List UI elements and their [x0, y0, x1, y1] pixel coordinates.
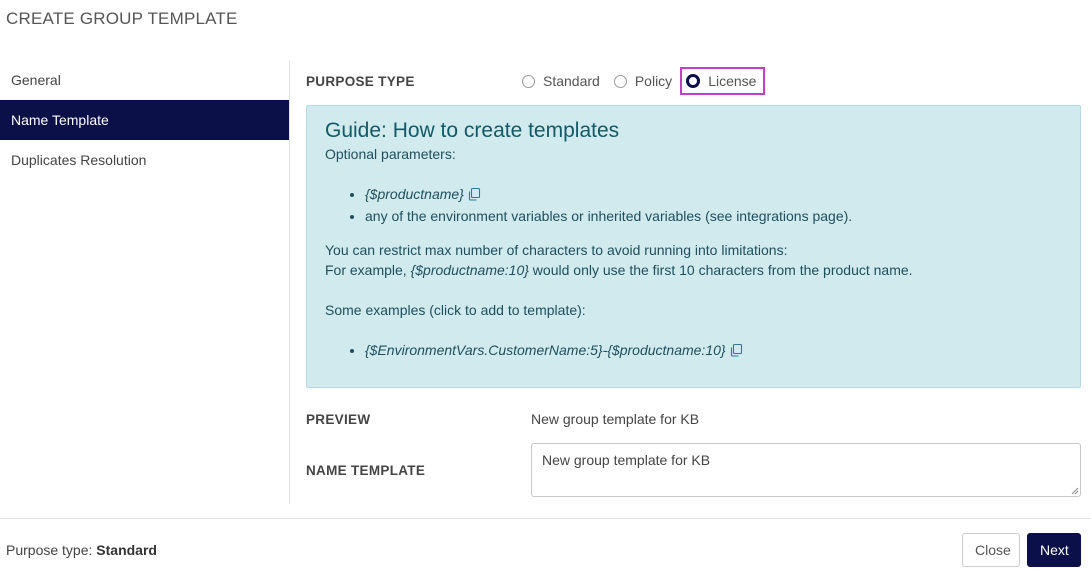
param-productname[interactable]: {$productname} — [365, 186, 464, 202]
dialog-title: CREATE GROUP TEMPLATE — [6, 9, 238, 28]
guide-example-code: {$productname:10} — [410, 262, 529, 278]
footer-status-label: Purpose type: — [6, 542, 97, 558]
radio-license[interactable]: License — [680, 67, 766, 95]
sidebar-item-duplicates-resolution[interactable]: Duplicates Resolution — [0, 140, 289, 180]
purpose-type-radio-group: Standard Policy License — [516, 67, 767, 95]
footer-status: Purpose type: Standard — [6, 542, 157, 558]
sidebar-item-general[interactable]: General — [0, 60, 289, 100]
name-template-label: NAME TEMPLATE — [306, 463, 426, 478]
sidebar: General Name Template Duplicates Resolut… — [0, 60, 290, 504]
copy-icon[interactable] — [467, 186, 481, 206]
guide-params-list: {$productname} any of the environment va… — [325, 184, 1062, 226]
list-item: {$EnvironmentVars.CustomerName:5}-{$prod… — [365, 340, 1062, 362]
footer-status-value: Standard — [96, 542, 157, 558]
guide-panel: Guide: How to create templates Optional … — [306, 105, 1081, 388]
close-button[interactable]: Close — [962, 533, 1020, 567]
example-template[interactable]: {$EnvironmentVars.CustomerName:5}-{$prod… — [365, 342, 726, 358]
guide-examples-label: Some examples (click to add to template)… — [325, 302, 586, 318]
radio-standard[interactable]: Standard — [516, 67, 606, 95]
guide-example-line: For example, {$productname:10} would onl… — [325, 260, 1062, 280]
radio-policy-label: Policy — [634, 73, 673, 89]
resize-grip-icon[interactable] — [1071, 487, 1079, 495]
guide-optional-label: Optional parameters: — [325, 146, 456, 162]
radio-standard-label: Standard — [543, 73, 600, 89]
guide-example-prefix: For example, — [325, 262, 411, 278]
radio-circle-icon[interactable] — [522, 74, 535, 88]
guide-restrict-line: You can restrict max number of character… — [325, 242, 788, 258]
purpose-type-label: PURPOSE TYPE — [306, 74, 415, 89]
radio-selected-icon[interactable] — [686, 74, 701, 88]
next-button[interactable]: Next — [1027, 533, 1081, 567]
radio-circle-icon[interactable] — [613, 74, 627, 88]
copy-icon[interactable] — [729, 342, 743, 362]
guide-examples-list: {$EnvironmentVars.CustomerName:5}-{$prod… — [325, 340, 1062, 362]
radio-policy[interactable]: Policy — [608, 67, 678, 95]
preview-label: PREVIEW — [306, 412, 371, 427]
guide-title: Guide: How to create templates — [325, 119, 620, 142]
name-template-input[interactable]: New group template for KB — [531, 443, 1081, 497]
name-template-row: NAME TEMPLATE New group template for KB — [306, 443, 1081, 497]
list-item: {$productname} — [365, 184, 1062, 206]
preview-row: PREVIEW New group template for KB — [306, 408, 1081, 432]
footer-divider — [0, 518, 1091, 519]
list-item: any of the environment variables or inhe… — [365, 206, 1062, 226]
radio-license-label: License — [708, 73, 757, 89]
guide-example-suffix: would only use the first 10 characters f… — [528, 262, 913, 278]
purpose-type-row: PURPOSE TYPE Standard Policy License — [306, 60, 1081, 104]
sidebar-item-name-template[interactable]: Name Template — [0, 100, 289, 140]
preview-value: New group template for KB — [531, 411, 700, 427]
